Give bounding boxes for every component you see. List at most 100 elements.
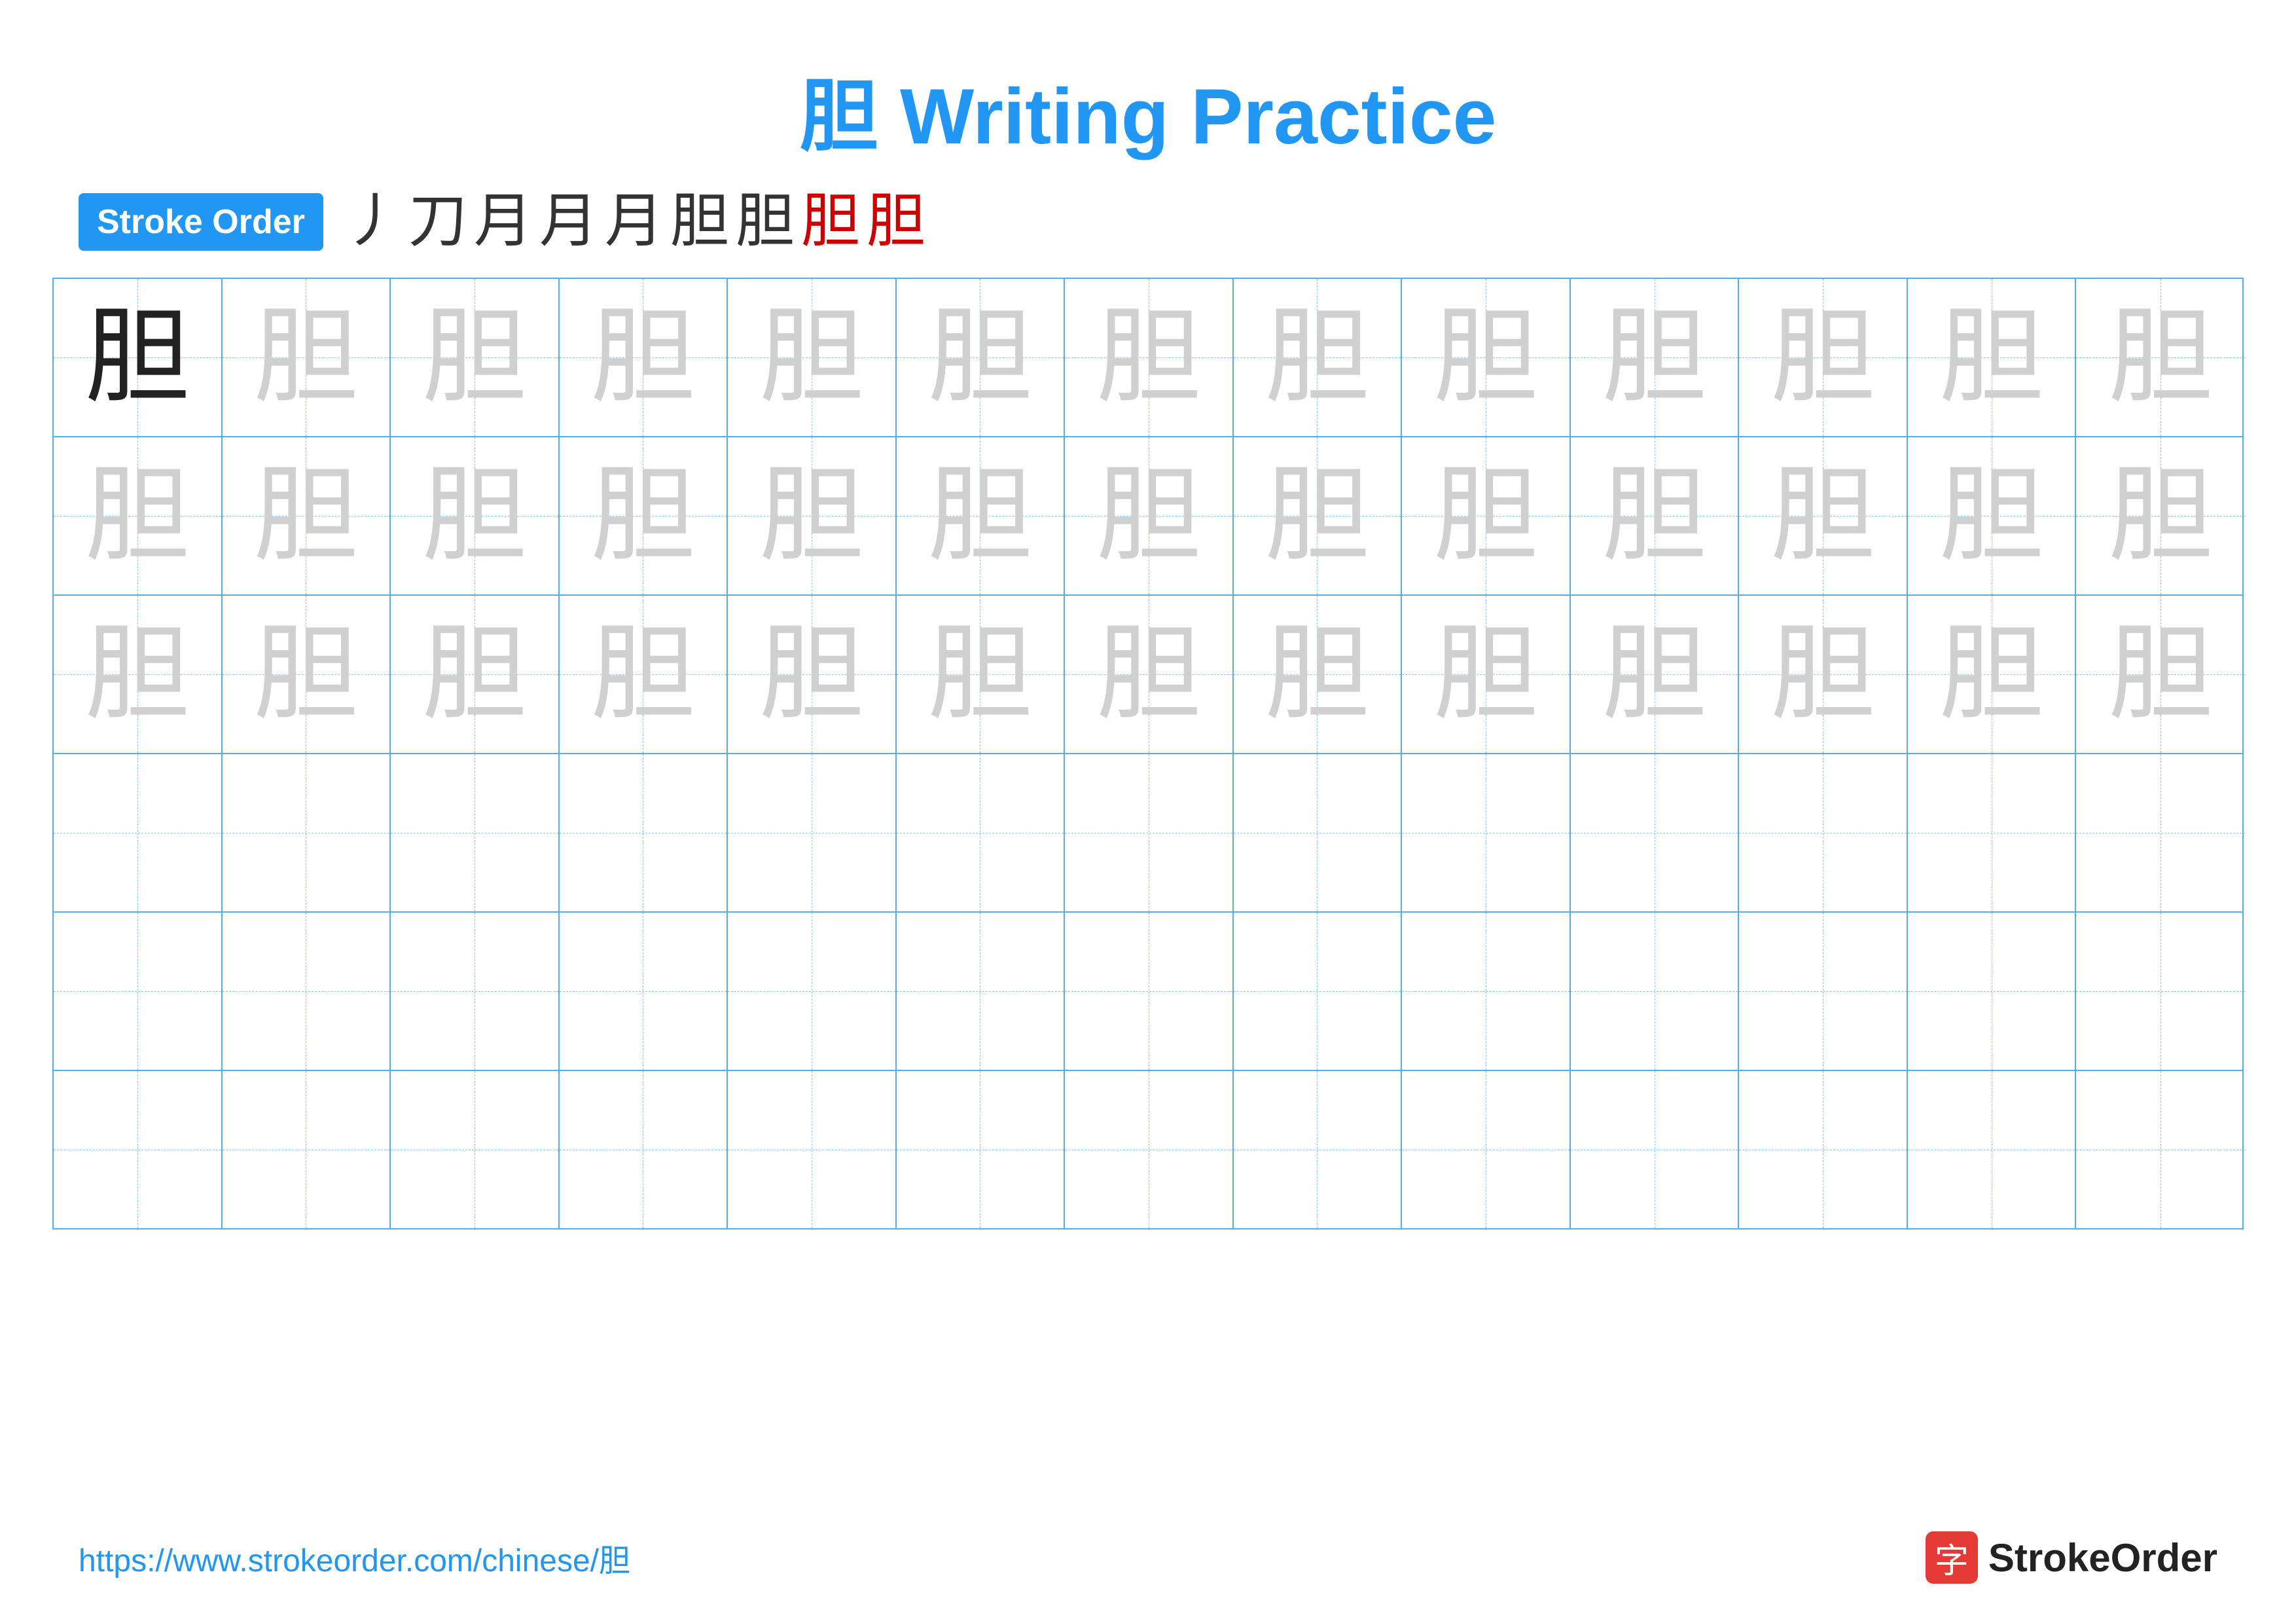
stroke-3: 月 — [474, 192, 533, 251]
grid-cell-3-1: 胆 — [54, 596, 223, 753]
grid-cell-4-7[interactable] — [1065, 754, 1234, 911]
grid-cell-6-3[interactable] — [391, 1071, 560, 1228]
grid-cell-5-1[interactable] — [54, 913, 223, 1070]
grid-cell-1-8: 胆 — [1234, 279, 1403, 436]
grid-cell-5-11[interactable] — [1739, 913, 1908, 1070]
grid-row-3: 胆 胆 胆 胆 胆 胆 胆 胆 胆 胆 胆 胆 胆 — [54, 596, 2242, 754]
grid-cell-6-5[interactable] — [728, 1071, 897, 1228]
stroke-5: 月 — [605, 192, 664, 251]
grid-cell-1-11: 胆 — [1739, 279, 1908, 436]
grid-row-5 — [54, 913, 2242, 1071]
grid-cell-6-1[interactable] — [54, 1071, 223, 1228]
stroke-order-badge: Stroke Order — [79, 193, 323, 251]
grid-cell-6-2[interactable] — [223, 1071, 391, 1228]
grid-cell-4-9[interactable] — [1402, 754, 1571, 911]
grid-cell-2-3: 胆 — [391, 437, 560, 594]
grid-cell-4-8[interactable] — [1234, 754, 1403, 911]
grid-cell-5-7[interactable] — [1065, 913, 1234, 1070]
grid-cell-5-13[interactable] — [2076, 913, 2245, 1070]
stroke-order-section: Stroke Order 丿 刀 月 月 月 胆 胆 胆 胆 — [0, 192, 2296, 251]
grid-cell-3-13: 胆 — [2076, 596, 2245, 753]
stroke-4: 月 — [539, 192, 598, 251]
grid-cell-1-1: 胆 — [54, 279, 223, 436]
grid-cell-1-3: 胆 — [391, 279, 560, 436]
grid-row-2: 胆 胆 胆 胆 胆 胆 胆 胆 胆 胆 胆 胆 胆 — [54, 437, 2242, 596]
grid-cell-6-9[interactable] — [1402, 1071, 1571, 1228]
grid-cell-4-1[interactable] — [54, 754, 223, 911]
grid-cell-2-2: 胆 — [223, 437, 391, 594]
stroke-sequence: 丿 刀 月 月 月 胆 胆 胆 胆 — [343, 192, 925, 251]
grid-cell-4-3[interactable] — [391, 754, 560, 911]
grid-cell-6-6[interactable] — [897, 1071, 1066, 1228]
grid-cell-4-13[interactable] — [2076, 754, 2245, 911]
grid-cell-4-4[interactable] — [560, 754, 728, 911]
grid-cell-5-10[interactable] — [1571, 913, 1740, 1070]
grid-cell-4-10[interactable] — [1571, 754, 1740, 911]
title-text: 胆 Writing Practice — [800, 73, 1497, 160]
grid-cell-5-6[interactable] — [897, 913, 1066, 1070]
grid-cell-3-10: 胆 — [1571, 596, 1740, 753]
grid-cell-2-12: 胆 — [1908, 437, 2077, 594]
grid-cell-6-8[interactable] — [1234, 1071, 1403, 1228]
page-title: 胆 Writing Practice — [0, 0, 2296, 192]
grid-cell-2-4: 胆 — [560, 437, 728, 594]
grid-cell-2-13: 胆 — [2076, 437, 2245, 594]
grid-cell-5-4[interactable] — [560, 913, 728, 1070]
grid-cell-5-12[interactable] — [1908, 913, 2077, 1070]
grid-cell-2-8: 胆 — [1234, 437, 1403, 594]
grid-cell-4-6[interactable] — [897, 754, 1066, 911]
grid-cell-3-7: 胆 — [1065, 596, 1234, 753]
grid-row-1: 胆 胆 胆 胆 胆 胆 胆 胆 胆 胆 胆 胆 胆 — [54, 279, 2242, 437]
stroke-8: 胆 — [801, 192, 860, 251]
grid-cell-6-11[interactable] — [1739, 1071, 1908, 1228]
practice-grid: 胆 胆 胆 胆 胆 胆 胆 胆 胆 胆 胆 胆 胆 胆 胆 胆 胆 胆 胆 胆 … — [52, 278, 2244, 1230]
grid-cell-3-12: 胆 — [1908, 596, 2077, 753]
grid-cell-2-9: 胆 — [1402, 437, 1571, 594]
grid-cell-3-2: 胆 — [223, 596, 391, 753]
grid-cell-5-5[interactable] — [728, 913, 897, 1070]
footer-logo-text: StrokeOrder — [1988, 1535, 2217, 1580]
grid-cell-5-9[interactable] — [1402, 913, 1571, 1070]
grid-cell-1-9: 胆 — [1402, 279, 1571, 436]
grid-cell-4-12[interactable] — [1908, 754, 2077, 911]
grid-cell-2-10: 胆 — [1571, 437, 1740, 594]
footer: https://www.strokeorder.com/chinese/胆 字 … — [0, 1531, 2296, 1584]
grid-cell-1-5: 胆 — [728, 279, 897, 436]
grid-cell-4-11[interactable] — [1739, 754, 1908, 911]
grid-cell-6-7[interactable] — [1065, 1071, 1234, 1228]
grid-cell-5-2[interactable] — [223, 913, 391, 1070]
grid-cell-4-5[interactable] — [728, 754, 897, 911]
grid-cell-5-3[interactable] — [391, 913, 560, 1070]
grid-cell-2-1: 胆 — [54, 437, 223, 594]
grid-cell-2-5: 胆 — [728, 437, 897, 594]
grid-row-4 — [54, 754, 2242, 913]
grid-cell-6-13[interactable] — [2076, 1071, 2245, 1228]
grid-cell-5-8[interactable] — [1234, 913, 1403, 1070]
grid-cell-3-3: 胆 — [391, 596, 560, 753]
grid-cell-3-5: 胆 — [728, 596, 897, 753]
stroke-7: 胆 — [736, 192, 795, 251]
grid-cell-3-4: 胆 — [560, 596, 728, 753]
grid-cell-1-4: 胆 — [560, 279, 728, 436]
grid-row-6 — [54, 1071, 2242, 1228]
grid-cell-3-6: 胆 — [897, 596, 1066, 753]
grid-cell-6-12[interactable] — [1908, 1071, 2077, 1228]
stroke-9: 胆 — [867, 192, 925, 251]
grid-cell-1-6: 胆 — [897, 279, 1066, 436]
footer-logo: 字 StrokeOrder — [1926, 1531, 2217, 1584]
grid-cell-1-2: 胆 — [223, 279, 391, 436]
grid-cell-1-10: 胆 — [1571, 279, 1740, 436]
stroke-1: 丿 — [343, 192, 402, 251]
stroke-2: 刀 — [408, 192, 467, 251]
stroke-6: 胆 — [670, 192, 729, 251]
grid-cell-2-7: 胆 — [1065, 437, 1234, 594]
grid-cell-4-2[interactable] — [223, 754, 391, 911]
grid-cell-2-6: 胆 — [897, 437, 1066, 594]
grid-cell-6-10[interactable] — [1571, 1071, 1740, 1228]
grid-cell-1-12: 胆 — [1908, 279, 2077, 436]
grid-cell-6-4[interactable] — [560, 1071, 728, 1228]
grid-cell-3-11: 胆 — [1739, 596, 1908, 753]
grid-cell-3-9: 胆 — [1402, 596, 1571, 753]
grid-cell-3-8: 胆 — [1234, 596, 1403, 753]
grid-cell-1-7: 胆 — [1065, 279, 1234, 436]
